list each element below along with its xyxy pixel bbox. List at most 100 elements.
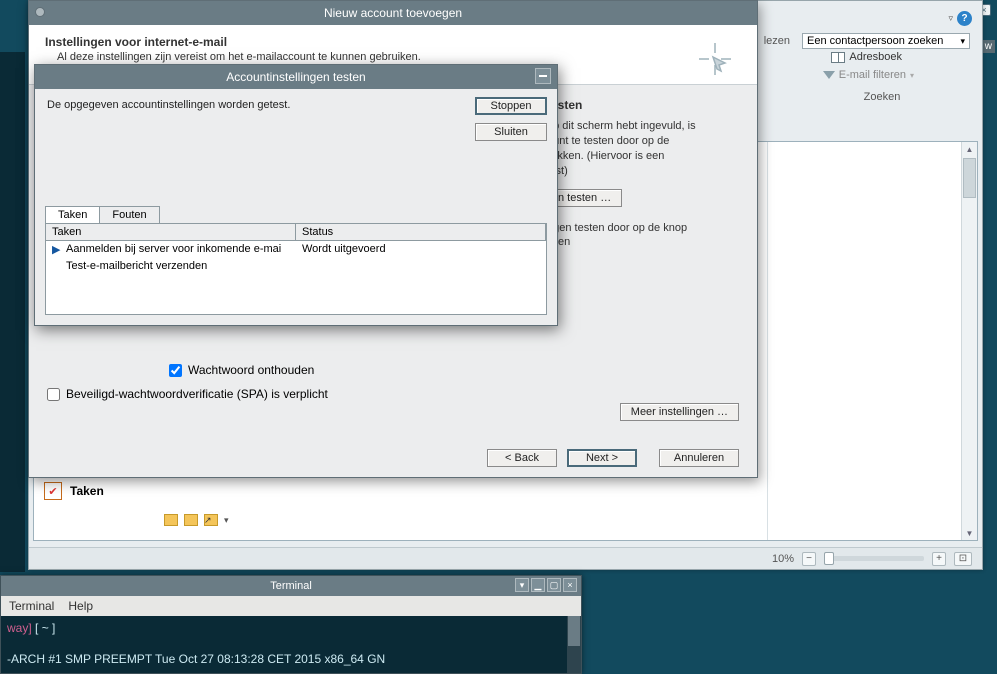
next-button[interactable]: Next > — [567, 449, 637, 467]
zoom-percent: 10% — [772, 553, 794, 565]
terminal-output[interactable]: way] [ ~ ] -ARCH #1 SMP PREEMPT Tue Oct … — [1, 616, 581, 673]
terminal-max-icon[interactable]: ▢ — [547, 578, 561, 592]
tasks-grid-header: Taken Status — [46, 224, 546, 241]
window-menu-icon[interactable] — [35, 7, 45, 17]
terminal-close-icon[interactable]: × — [563, 578, 577, 592]
email-filter-label: E-mail filteren — [839, 69, 906, 81]
test-dialog-message: De opgegeven accountinstellingen worden … — [47, 99, 545, 111]
ribbon-group-zoeken: Zoeken — [842, 91, 922, 103]
task-marker — [46, 258, 60, 274]
nav-overflow-icon[interactable]: ▾ — [224, 515, 229, 526]
terminal-title: Terminal — [270, 580, 312, 592]
terminal-min-icon[interactable]: ▁ — [531, 578, 545, 592]
test-dialog-tabs: Taken Fouten — [45, 205, 159, 222]
menu-help[interactable]: Help — [68, 599, 93, 613]
terminal-line: -ARCH #1 SMP PREEMPT Tue Oct 27 08:13:28… — [7, 651, 575, 668]
task-status — [296, 258, 546, 274]
remember-password-checkbox[interactable] — [169, 364, 182, 377]
zoom-slider[interactable] — [824, 556, 924, 561]
addressbook-icon — [831, 52, 845, 63]
dropdown-icon: ▾ — [910, 71, 914, 80]
test-auto-line: ngen testen door op de knop — [547, 221, 737, 236]
col-header-tasks: Taken — [46, 224, 296, 240]
wizard-title: Nieuw account toevoegen — [324, 6, 462, 20]
zoom-out-button[interactable]: − — [802, 552, 816, 566]
task-row: ▶ Aanmelden bij server voor inkomende e-… — [46, 241, 546, 258]
ribbon-help-area: ▿ ? — [948, 11, 972, 26]
tasks-panel: Taken Status ▶ Aanmelden bij server voor… — [45, 223, 547, 315]
shortcut-icon[interactable] — [204, 514, 218, 526]
wizard-titlebar[interactable]: Nieuw account toevoegen — [29, 1, 757, 25]
cancel-button[interactable]: Annuleren — [659, 449, 739, 467]
help-icon[interactable]: ? — [957, 11, 972, 26]
right-panel: ▲ ▼ — [767, 142, 977, 540]
folder-icon[interactable] — [184, 514, 198, 526]
remember-password-label: Wachtwoord onthouden — [188, 363, 314, 377]
terminal-prompt-path: [ ~ ] — [32, 621, 56, 635]
ribbon-tab-fragment: lezen — [764, 35, 790, 47]
scroll-thumb[interactable] — [963, 158, 976, 198]
terminal-scroll-thumb[interactable] — [568, 616, 580, 646]
nav-folder-shortcuts: ▾ — [164, 514, 229, 526]
tab-tasks[interactable]: Taken — [45, 206, 100, 223]
test-section-info: testen op dit scherm hebt ingevuld, is o… — [547, 97, 737, 250]
tasks-icon — [44, 482, 62, 500]
zoom-reset-button[interactable]: ⊡ — [954, 552, 972, 566]
terminal-window: Terminal ▾ ▁ ▢ × Terminal Help way] [ ~ … — [0, 575, 582, 674]
test-section-line: op dit scherm hebt ingevuld, is — [547, 119, 737, 134]
addressbook-button[interactable]: Adresboek — [831, 51, 902, 63]
test-section-line: eist) — [547, 164, 737, 179]
more-settings-button[interactable]: Meer instellingen … — [620, 403, 739, 421]
addressbook-label: Adresboek — [849, 51, 902, 63]
col-header-status: Status — [296, 224, 546, 240]
menu-terminal[interactable]: Terminal — [9, 599, 54, 613]
search-contact-field[interactable]: Een contactpersoon zoeken ▾ — [802, 33, 970, 49]
funnel-icon — [823, 71, 835, 79]
task-row: Test-e-mailbericht verzenden — [46, 258, 546, 274]
right-edge-tab: w — [982, 40, 995, 53]
wizard-header-title: Instellingen voor internet-e-mail — [45, 35, 741, 49]
search-contact-placeholder: Een contactpersoon zoeken — [807, 35, 943, 47]
background-terminal-strip — [0, 52, 25, 572]
test-account-dialog: Accountinstellingen testen De opgegeven … — [34, 64, 558, 326]
wizard-footer: < Back Next > Annuleren — [487, 449, 739, 467]
terminal-scrollbar[interactable] — [567, 616, 581, 673]
test-settings-button[interactable]: n testen … — [547, 189, 622, 207]
terminal-prompt-host: way] — [7, 621, 32, 635]
test-auto-line: kken — [547, 235, 737, 250]
test-dialog-titlebar[interactable]: Accountinstellingen testen — [35, 65, 557, 89]
scroll-down-icon[interactable]: ▼ — [962, 526, 977, 540]
test-section-title: testen — [547, 97, 737, 113]
remember-password-row: Wachtwoord onthouden — [169, 363, 757, 377]
wizard-cursor-icon — [695, 39, 735, 79]
test-section-line: ount te testen door op de — [547, 134, 737, 149]
task-name: Aanmelden bij server voor inkomende e-ma… — [60, 241, 296, 258]
folder-icon[interactable] — [164, 514, 178, 526]
email-filter-button[interactable]: E-mail filteren ▾ — [823, 69, 914, 81]
spa-row: Beveiligd-wachtwoordverificatie (SPA) is… — [47, 387, 757, 401]
nav-tasks-item[interactable]: Taken — [44, 482, 104, 500]
terminal-menubar: Terminal Help — [1, 596, 581, 616]
zoom-in-button[interactable]: + — [932, 552, 946, 566]
terminal-titlebar[interactable]: Terminal ▾ ▁ ▢ × — [1, 576, 581, 596]
test-dialog-title: Accountinstellingen testen — [226, 70, 365, 84]
titlebar-menu-icon[interactable] — [535, 68, 551, 84]
test-section-line: klikken. (Hiervoor is een — [547, 149, 737, 164]
wizard-header-subtitle: Al deze instellingen zijn vereist om het… — [57, 51, 741, 63]
tab-errors[interactable]: Fouten — [99, 206, 159, 223]
task-name: Test-e-mailbericht verzenden — [60, 258, 296, 274]
scrollbar[interactable]: ▲ ▼ — [961, 142, 977, 540]
status-bar: 10% − + ⊡ — [29, 547, 982, 569]
ribbon-collapse-icon[interactable]: ▿ — [948, 13, 953, 24]
nav-tasks-label: Taken — [70, 484, 104, 498]
terminal-menu-icon[interactable]: ▾ — [515, 578, 529, 592]
back-button[interactable]: < Back — [487, 449, 557, 467]
zoom-slider-knob[interactable] — [824, 552, 834, 565]
scroll-up-icon[interactable]: ▲ — [962, 142, 977, 156]
active-task-icon: ▶ — [46, 241, 60, 258]
close-dialog-button[interactable]: Sluiten — [475, 123, 547, 141]
stop-button[interactable]: Stoppen — [475, 97, 547, 115]
dropdown-icon[interactable]: ▾ — [960, 36, 965, 47]
task-status: Wordt uitgevoerd — [296, 241, 546, 258]
spa-checkbox[interactable] — [47, 388, 60, 401]
